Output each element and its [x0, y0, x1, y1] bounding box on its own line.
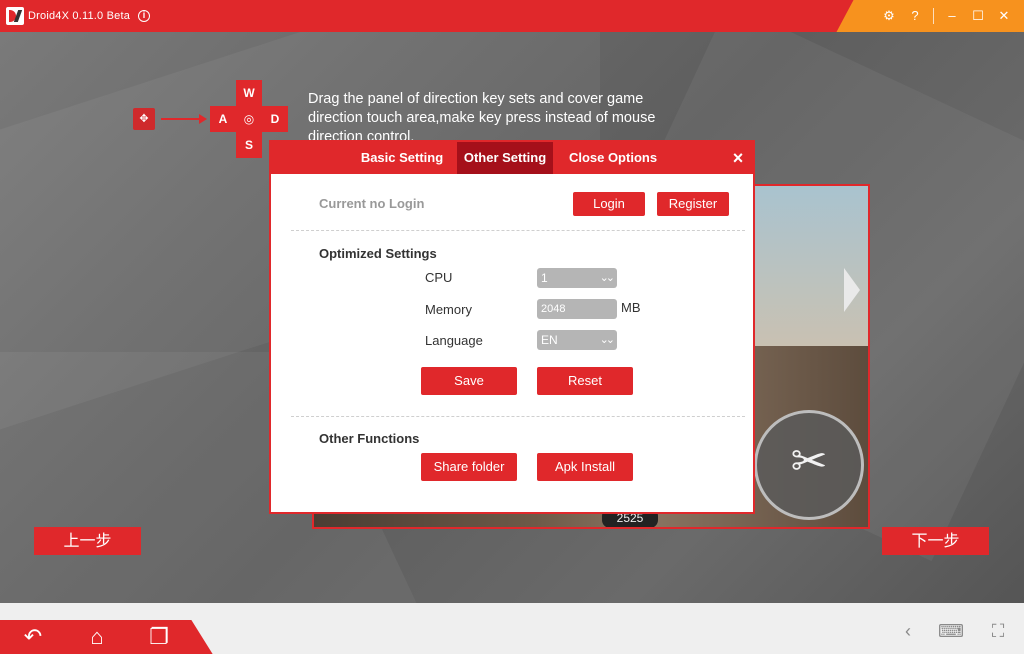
key-s: S [236, 132, 262, 158]
back-icon[interactable]: ↶ [18, 623, 48, 651]
login-button[interactable]: Login [573, 192, 645, 216]
apk-install-button[interactable]: Apk Install [537, 453, 633, 481]
app-title: Droid4X 0.11.0 Beta [28, 10, 131, 22]
knife-icon: ✂ [790, 437, 828, 486]
cpu-select[interactable]: 1 ⌄⌄ [537, 268, 617, 288]
divider [291, 230, 745, 231]
droid4x-logo-icon [6, 7, 24, 25]
language-select[interactable]: EN ⌄⌄ [537, 330, 617, 350]
tab-basic-setting[interactable]: Basic Setting [351, 142, 453, 174]
double-chevron-down-icon: ⌄⌄ [599, 334, 616, 346]
key-d: D [262, 106, 288, 132]
mini-dpad-icon: ✥ [133, 108, 155, 130]
share-folder-button[interactable]: Share folder [421, 453, 517, 481]
minimize-icon[interactable]: – [944, 8, 960, 24]
window-controls: ⚙ ? – ☐ ✕ [859, 0, 1024, 32]
main-area: ✥ W A ◎ D S Drag the panel of direction … [0, 32, 1024, 603]
optimized-settings-title: Optimized Settings [319, 246, 437, 261]
help-icon[interactable]: ? [907, 8, 923, 24]
info-icon[interactable]: i [138, 10, 151, 22]
language-value: EN [541, 333, 558, 347]
reset-button[interactable]: Reset [537, 367, 633, 395]
close-icon[interactable]: ✕ [996, 8, 1012, 24]
language-label: Language [425, 333, 483, 348]
preview-background [748, 186, 868, 346]
maximize-icon[interactable]: ☐ [970, 8, 986, 24]
title-left: Droid4X 0.11.0 Beta i [0, 0, 151, 32]
title-bar: Droid4X 0.11.0 Beta i ⚙ ? – ☐ ✕ [0, 0, 1024, 32]
login-status: Current no Login [319, 196, 425, 211]
settings-icon[interactable]: ⚙ [881, 8, 897, 24]
tab-close-options[interactable]: Close Options [559, 142, 667, 174]
prev-step-button[interactable]: 上一步 [34, 527, 141, 555]
double-chevron-down-icon: ⌄⌄ [599, 272, 616, 284]
arrow-head [199, 114, 207, 124]
recent-apps-icon[interactable]: ❐ [144, 623, 174, 651]
cpu-value: 1 [541, 271, 548, 285]
key-w: W [236, 80, 262, 106]
instruction-text: Drag the panel of direction key sets and… [308, 91, 656, 145]
next-step-button[interactable]: 下一步 [882, 527, 989, 555]
preview-arrow-icon [844, 268, 860, 312]
memory-label: Memory [425, 302, 472, 317]
fullscreen-icon[interactable]: ⛶ [986, 619, 1010, 643]
arrow-line [161, 118, 201, 120]
key-center: ◎ [236, 106, 262, 132]
home-icon[interactable]: ⌂ [82, 623, 112, 651]
register-button[interactable]: Register [657, 192, 729, 216]
divider [291, 416, 745, 417]
other-functions-title: Other Functions [319, 431, 420, 446]
memory-input[interactable]: 2048 [537, 299, 617, 319]
chevron-left-icon[interactable]: ‹ [896, 619, 920, 643]
keyboard-icon[interactable]: ⌨ [938, 619, 964, 643]
settings-dialog: Basic Setting Other Setting Close Option… [269, 140, 755, 514]
dialog-header: Basic Setting Other Setting Close Option… [271, 142, 753, 174]
memory-unit: MB [621, 300, 641, 315]
tab-other-setting[interactable]: Other Setting [457, 142, 553, 174]
key-a: A [210, 106, 236, 132]
bottom-bar: ↶ ⌂ ❐ ‹ ⌨ ⛶ [0, 603, 1024, 654]
dialog-close-icon[interactable]: × [729, 148, 747, 168]
save-button[interactable]: Save [421, 367, 517, 395]
cpu-label: CPU [425, 270, 453, 285]
title-separator [933, 8, 934, 24]
